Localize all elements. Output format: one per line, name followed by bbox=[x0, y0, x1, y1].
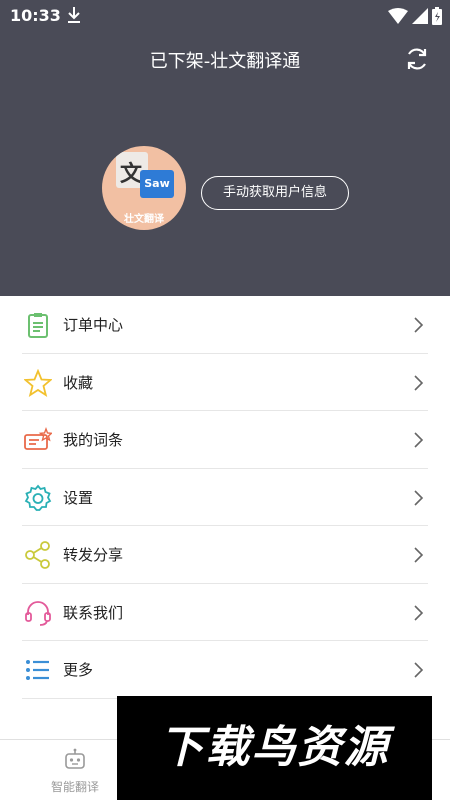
logo-glyph: 文 bbox=[120, 162, 143, 187]
tab-label: 智能翻译 bbox=[50, 780, 99, 794]
status-time: 10:33 bbox=[10, 6, 61, 25]
menu-item-label: 收藏 bbox=[63, 373, 94, 392]
menu-item-label: 设置 bbox=[63, 488, 94, 507]
chevron-right-icon bbox=[414, 374, 424, 391]
battery-icon bbox=[432, 7, 442, 25]
status-bar: 10:33 bbox=[0, 0, 450, 32]
menu-item-label: 转发分享 bbox=[63, 546, 124, 564]
gear-icon bbox=[24, 484, 52, 511]
star-icon bbox=[24, 368, 52, 397]
tab-smart-translate[interactable]: 智能翻译 bbox=[40, 748, 110, 798]
chevron-right-icon bbox=[414, 317, 424, 333]
menu-item-label: 订单中心 bbox=[63, 316, 124, 334]
profile-header: 10:33 已下架-壮文翻译通 文 Saw 壮文翻译 手动获取用户信息 bbox=[0, 0, 450, 296]
menu-item-label: 我的词条 bbox=[63, 431, 124, 449]
fetch-user-info-button[interactable]: 手动获取用户信息 bbox=[201, 176, 349, 210]
menu-item-more[interactable]: 更多 bbox=[22, 641, 428, 699]
signal-icon bbox=[412, 8, 428, 24]
chevron-right-icon bbox=[414, 662, 424, 678]
wifi-icon bbox=[388, 8, 408, 24]
clipboard-icon bbox=[28, 313, 48, 338]
menu-item-label: 更多 bbox=[63, 661, 94, 679]
chevron-right-icon bbox=[414, 432, 424, 448]
chevron-right-icon bbox=[414, 604, 424, 621]
menu-list: 订单中心 收藏 我的词条 设置 转发分享 联系我们 更多 bbox=[0, 296, 450, 699]
chevron-right-icon bbox=[414, 547, 424, 563]
menu-item-contact[interactable]: 联系我们 bbox=[22, 584, 428, 641]
menu-item-favorites[interactable]: 收藏 bbox=[22, 354, 428, 411]
chevron-right-icon bbox=[414, 489, 424, 506]
refresh-icon[interactable] bbox=[404, 46, 430, 72]
watermark-banner: 下载鸟资源 bbox=[117, 696, 432, 800]
menu-item-share[interactable]: 转发分享 bbox=[22, 526, 428, 584]
menu-item-orders[interactable]: 订单中心 bbox=[22, 296, 428, 354]
headset-icon bbox=[25, 600, 51, 626]
menu-item-label: 联系我们 bbox=[63, 603, 124, 622]
app-logo-avatar[interactable]: 文 Saw 壮文翻译 bbox=[102, 146, 186, 230]
robot-icon bbox=[65, 748, 85, 769]
system-icons bbox=[388, 7, 442, 25]
share-icon bbox=[25, 541, 50, 569]
list-icon bbox=[26, 660, 49, 680]
menu-item-my-entries[interactable]: 我的词条 bbox=[22, 411, 428, 469]
logo-card: Saw bbox=[140, 170, 174, 198]
page-title: 已下架-壮文翻译通 bbox=[149, 51, 301, 72]
menu-item-settings[interactable]: 设置 bbox=[22, 469, 428, 526]
logo-brand: 壮文翻译 bbox=[124, 214, 164, 225]
download-icon bbox=[68, 7, 80, 23]
ticket-icon bbox=[24, 427, 52, 450]
